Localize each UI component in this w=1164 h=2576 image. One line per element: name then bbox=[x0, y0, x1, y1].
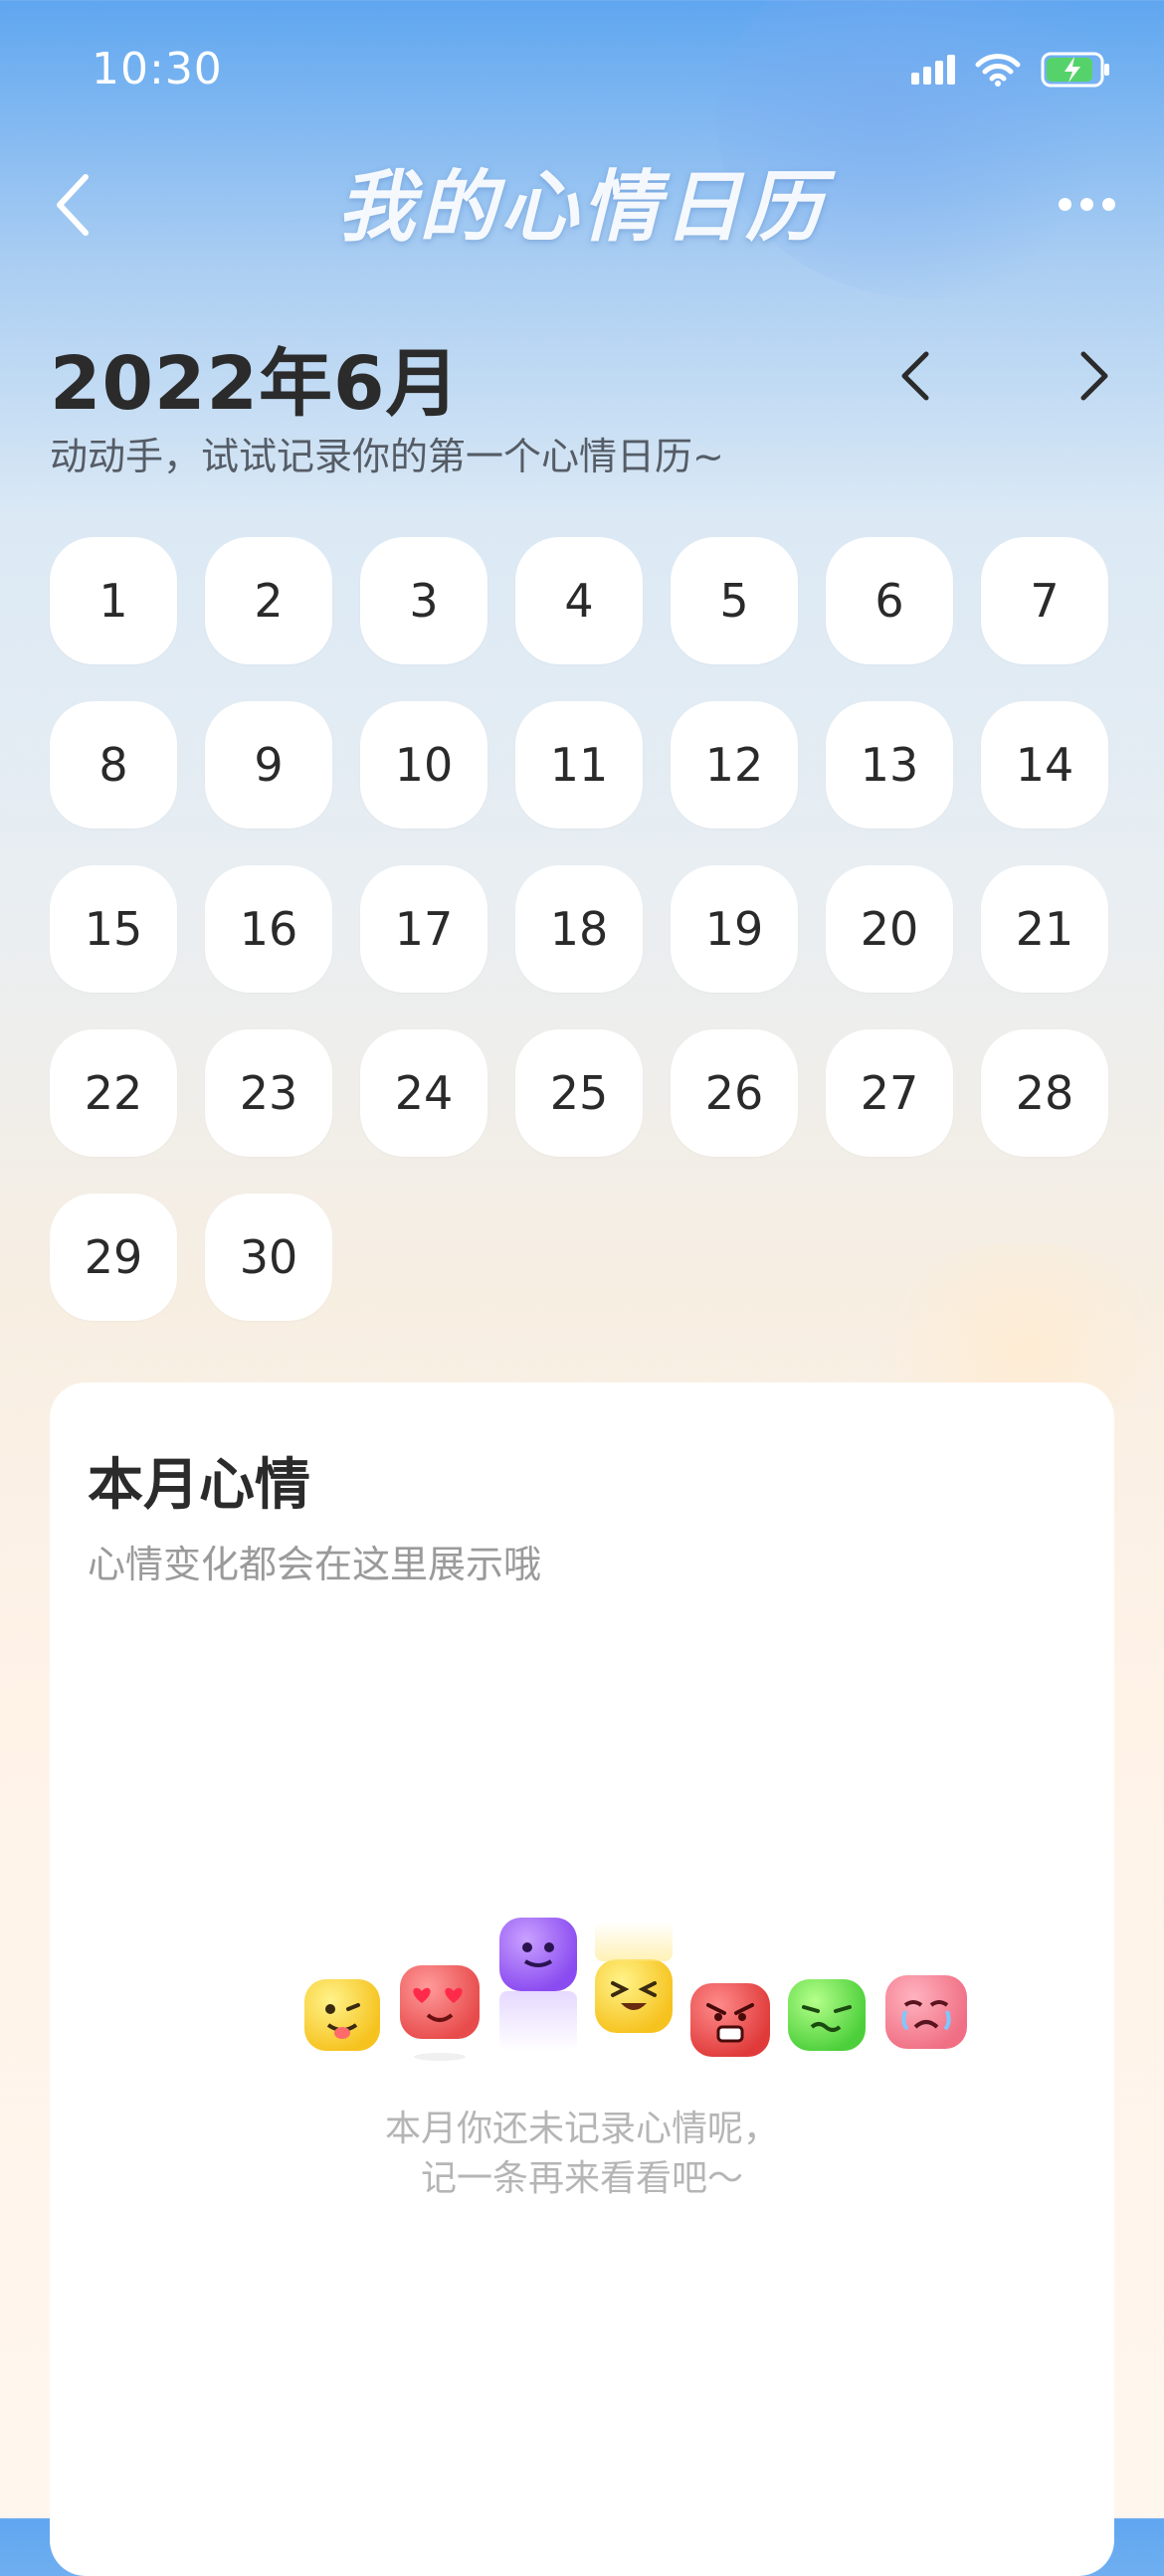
more-options-button[interactable] bbox=[1045, 179, 1128, 229]
month-subtitle: 动动手，试试记录你的第一个心情日历~ bbox=[50, 435, 724, 478]
purple-glow-decoration bbox=[499, 1991, 577, 2051]
calendar-day-5[interactable]: 5 bbox=[671, 537, 798, 664]
page-title: 我的心情日历 bbox=[336, 163, 827, 253]
status-bar: 10:30 bbox=[0, 0, 1164, 139]
calendar-day-13[interactable]: 13 bbox=[826, 701, 953, 828]
calendar-day-4[interactable]: 4 bbox=[515, 537, 643, 664]
calendar-day-29[interactable]: 29 bbox=[50, 1194, 177, 1321]
calendar-day-25[interactable]: 25 bbox=[515, 1029, 643, 1157]
chevron-left-icon bbox=[901, 351, 929, 401]
monthly-mood-card: 本月心情 心情变化都会在这里展示哦 本月你还未记录心情呢， 记一条再来看看吧～ bbox=[50, 1382, 1114, 2576]
calendar-day-22[interactable]: 22 bbox=[50, 1029, 177, 1157]
status-time: 10:30 bbox=[92, 44, 223, 94]
yellow-glow-decoration bbox=[595, 1922, 673, 1961]
angry-face-icon bbox=[690, 1983, 770, 2057]
more-dot-icon bbox=[1058, 197, 1071, 211]
navigation-bar: 我的心情日历 bbox=[0, 139, 1164, 269]
calendar-day-1[interactable]: 1 bbox=[50, 537, 177, 664]
status-icons bbox=[911, 52, 1112, 92]
mood-card-title: 本月心情 bbox=[88, 1453, 310, 1518]
purple-smile-face-icon bbox=[499, 1918, 577, 1991]
mood-emoji-illustration bbox=[245, 1918, 967, 2077]
month-title: 2022年6月 bbox=[50, 341, 461, 427]
battery-charging-icon bbox=[1041, 52, 1112, 92]
calendar-day-6[interactable]: 6 bbox=[826, 537, 953, 664]
month-header: 2022年6月 动动手，试试记录你的第一个心情日历~ bbox=[50, 318, 1114, 487]
calendar-day-26[interactable]: 26 bbox=[671, 1029, 798, 1157]
calendar-day-20[interactable]: 20 bbox=[826, 865, 953, 993]
calendar-day-18[interactable]: 18 bbox=[515, 865, 643, 993]
calendar-day-2[interactable]: 2 bbox=[205, 537, 332, 664]
more-dot-icon bbox=[1101, 197, 1115, 211]
calendar-day-9[interactable]: 9 bbox=[205, 701, 332, 828]
calendar-day-15[interactable]: 15 bbox=[50, 865, 177, 993]
calendar-day-24[interactable]: 24 bbox=[360, 1029, 487, 1157]
calendar-day-30[interactable]: 30 bbox=[205, 1194, 332, 1321]
laughing-face-icon bbox=[595, 1959, 673, 2033]
playful-face-icon bbox=[304, 1979, 380, 2051]
next-month-button[interactable] bbox=[1055, 336, 1134, 416]
calendar-day-11[interactable]: 11 bbox=[515, 701, 643, 828]
calendar-day-3[interactable]: 3 bbox=[360, 537, 487, 664]
empty-state-line-2: 记一条再来看看吧～ bbox=[420, 2158, 743, 2199]
crying-face-icon bbox=[885, 1975, 967, 2049]
previous-month-button[interactable] bbox=[875, 336, 955, 416]
calendar-day-10[interactable]: 10 bbox=[360, 701, 487, 828]
calendar-day-27[interactable]: 27 bbox=[826, 1029, 953, 1157]
calendar-grid: 1 2 3 4 5 6 7 8 9 10 11 12 13 14 15 16 17 18 19 20 21 22 23 24 2… bbox=[50, 537, 1114, 1321]
heart-eyes-face-icon bbox=[400, 1965, 480, 2039]
emoji-shadow bbox=[414, 2053, 466, 2061]
wifi-icon bbox=[975, 53, 1021, 91]
more-dot-icon bbox=[1079, 197, 1093, 211]
calendar-day-19[interactable]: 19 bbox=[671, 865, 798, 993]
cellular-signal-icon bbox=[911, 55, 955, 89]
calendar-day-17[interactable]: 17 bbox=[360, 865, 487, 993]
nauseated-face-icon bbox=[788, 1979, 866, 2051]
calendar-day-12[interactable]: 12 bbox=[671, 701, 798, 828]
calendar-day-28[interactable]: 28 bbox=[981, 1029, 1108, 1157]
calendar-day-7[interactable]: 7 bbox=[981, 537, 1108, 664]
calendar-day-16[interactable]: 16 bbox=[205, 865, 332, 993]
mood-card-subtitle: 心情变化都会在这里展示哦 bbox=[88, 1543, 542, 1586]
calendar-day-14[interactable]: 14 bbox=[981, 701, 1108, 828]
empty-state-message: 本月你还未记录心情呢， 记一条再来看看吧～ bbox=[50, 2105, 1114, 2204]
calendar-day-21[interactable]: 21 bbox=[981, 865, 1108, 993]
calendar-day-8[interactable]: 8 bbox=[50, 701, 177, 828]
empty-state-line-1: 本月你还未记录心情呢， bbox=[384, 2109, 779, 2149]
chevron-right-icon bbox=[1080, 351, 1108, 401]
calendar-day-23[interactable]: 23 bbox=[205, 1029, 332, 1157]
